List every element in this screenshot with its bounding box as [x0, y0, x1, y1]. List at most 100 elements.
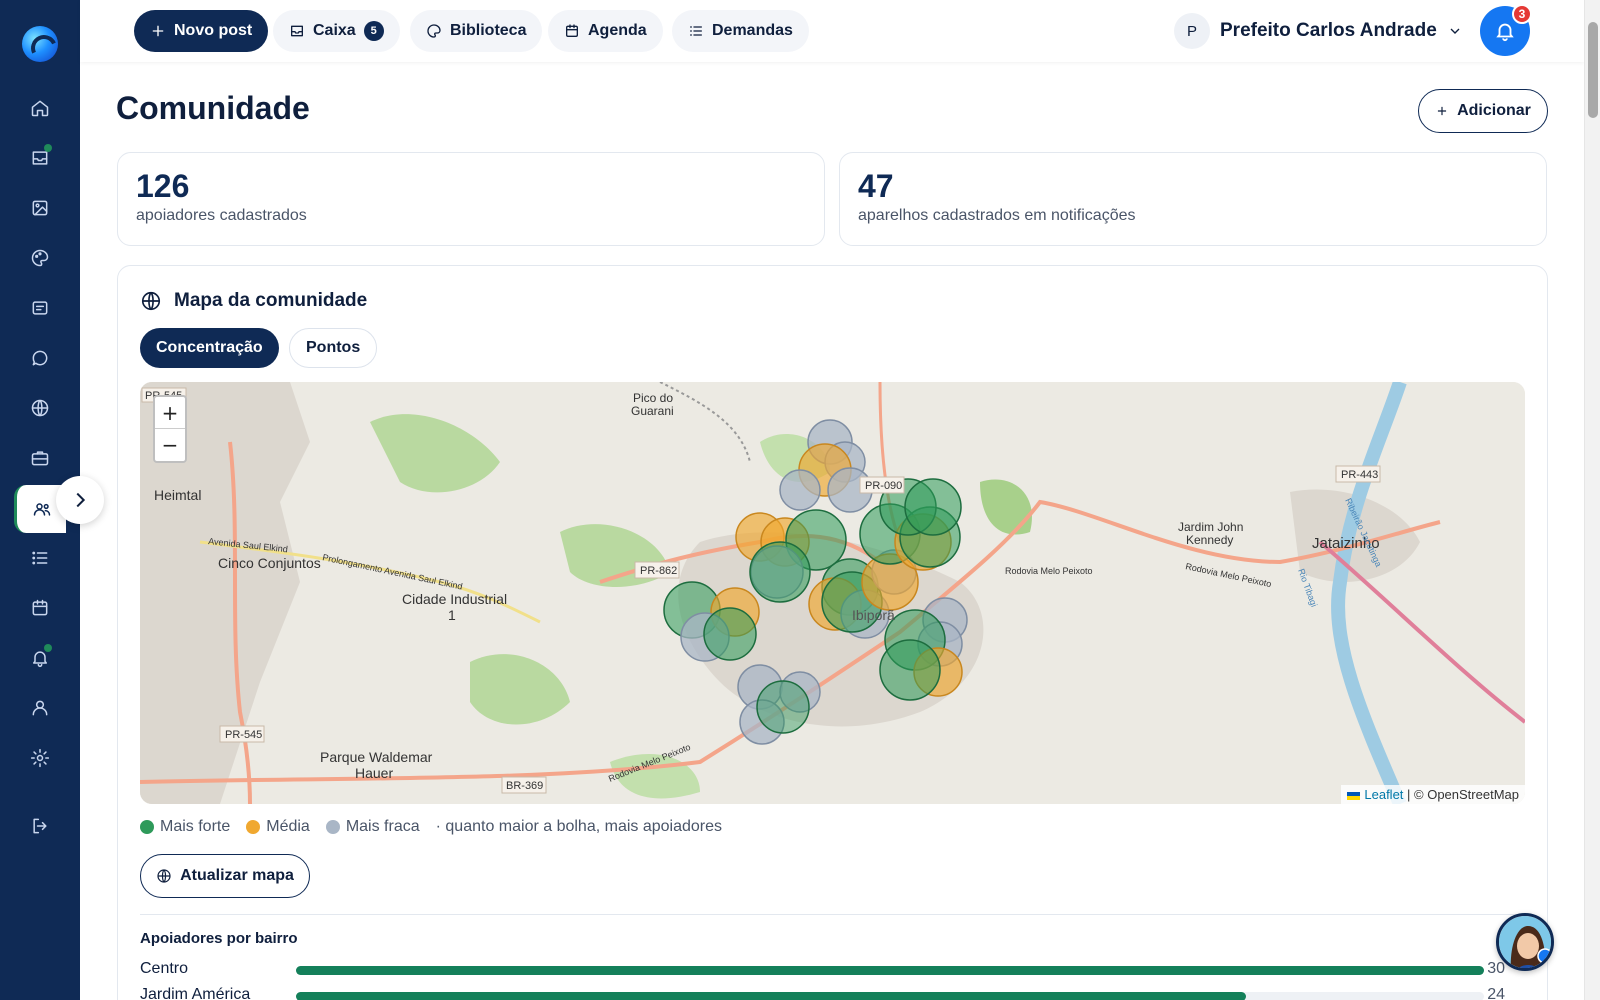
avatar: P: [1174, 13, 1210, 49]
news-icon: [32, 301, 48, 315]
sidebar-item-home[interactable]: [20, 88, 60, 128]
sidebar-item-inbox[interactable]: [20, 138, 60, 178]
new-post-label: Novo post: [174, 22, 253, 39]
inbox-icon: [291, 25, 303, 37]
map-label: Heimtal: [154, 487, 201, 503]
sidebar-item-demands[interactable]: [20, 538, 60, 578]
inbox-label: Caixa: [313, 22, 356, 39]
sidebar-item-library[interactable]: [20, 238, 60, 278]
stat-card-supporters: 126 apoiadores cadastrados: [117, 152, 825, 246]
stat-label: aparelhos cadastrados em notificações: [858, 207, 1136, 224]
sidebar-item-settings[interactable]: [20, 738, 60, 778]
road-shield: PR-545: [225, 729, 262, 741]
image-icon: [32, 200, 48, 216]
expand-sidebar-button[interactable]: [56, 476, 104, 524]
tab-points[interactable]: Pontos: [289, 328, 378, 368]
plus-icon: [1438, 106, 1447, 116]
topbar: Novo post Caixa 5 Biblioteca Agenda Dema…: [80, 0, 1584, 62]
bairro-row: Jardim América 24: [140, 986, 1525, 1000]
legend-dot: [140, 820, 154, 834]
sidebar-item-chat[interactable]: [20, 338, 60, 378]
legend-dot: [325, 820, 340, 834]
map-attribution: Leaflet | © OpenStreetMap: [1341, 785, 1525, 804]
logout-icon: [33, 818, 47, 834]
stat-value: 126: [136, 168, 190, 204]
library-button[interactable]: Biblioteca: [410, 10, 543, 52]
tab-concentration[interactable]: Concentração: [140, 328, 279, 368]
bell-icon: [1496, 23, 1514, 42]
zoom-control: + −: [153, 395, 187, 463]
sidebar-item-notifications[interactable]: [20, 638, 60, 678]
chevron-right-icon: [76, 492, 86, 508]
bairros-title: Apoiadores por bairro: [140, 930, 298, 947]
demands-button[interactable]: Demandas: [672, 10, 809, 52]
agenda-button[interactable]: Agenda: [548, 10, 663, 52]
calendar-icon: [566, 24, 578, 37]
inbox-count-badge: 5: [363, 21, 384, 41]
attribution-text: | © OpenStreetMap: [1403, 787, 1519, 802]
settings-icon: [30, 748, 50, 768]
profile-menu[interactable]: P Prefeito Carlos Andrade: [1174, 12, 1463, 50]
map-label: Cinco Conjuntos: [218, 555, 321, 571]
bairro-name: Jardim América: [140, 986, 251, 1000]
stat-card-devices: 47 aparelhos cadastrados em notificações: [839, 152, 1547, 246]
inbox-button[interactable]: Caixa 5: [273, 10, 400, 52]
map-label: 1: [448, 607, 456, 623]
sidebar-item-profile[interactable]: [20, 688, 60, 728]
bairro-bar-fill: [296, 966, 1484, 975]
zoom-out-button[interactable]: −: [155, 429, 185, 461]
globe-icon: [141, 291, 161, 311]
notification-dot: [44, 644, 52, 652]
sidebar-item-web[interactable]: [20, 388, 60, 428]
new-post-button[interactable]: Novo post: [134, 10, 269, 52]
add-button[interactable]: Adicionar: [1418, 89, 1548, 133]
road-shield: PR-862: [640, 565, 677, 577]
leaflet-link[interactable]: Leaflet: [1364, 787, 1403, 802]
users-icon: [33, 503, 50, 516]
list-icon: [690, 26, 702, 36]
home-icon: [31, 100, 49, 117]
map-legend: Mais forte Média Mais fraca · quanto mai…: [140, 818, 722, 836]
bairro-bar-track: [296, 992, 1484, 1000]
map-label: Jardim John: [1178, 520, 1243, 534]
sidebar-item-gallery[interactable]: [20, 188, 60, 228]
user-icon: [32, 700, 48, 716]
bairro-count: 30: [1487, 960, 1505, 977]
notifications-button[interactable]: 3: [1480, 4, 1532, 56]
sidebar-item-logout[interactable]: [20, 806, 60, 846]
sidebar-item-agenda[interactable]: [20, 588, 60, 628]
assistant-avatar-button[interactable]: [1496, 913, 1554, 971]
scrollbar-thumb[interactable]: [1588, 22, 1598, 118]
community-map[interactable]: Pico do Guarani Heimtal Cinco Conjuntos …: [140, 382, 1525, 804]
legend-label: Mais forte: [160, 818, 231, 835]
add-button-label: Adicionar: [1457, 102, 1531, 119]
stat-label: apoiadores cadastrados: [136, 207, 307, 224]
legend-weak: Mais fraca: [325, 818, 420, 836]
page-scrollbar[interactable]: [1584, 0, 1600, 1000]
plus-icon: [152, 25, 164, 37]
sidebar-item-news[interactable]: [20, 288, 60, 328]
road-shield: PR-090: [865, 480, 902, 492]
road-shield: BR-369: [506, 780, 543, 792]
refresh-map-button[interactable]: Atualizar mapa: [140, 854, 310, 898]
map-tiles: Pico do Guarani Heimtal Cinco Conjuntos …: [140, 382, 1525, 804]
bairro-row: Centro 30: [140, 960, 1525, 982]
community-map-card: Mapa da comunidade Concentração Pontos P…: [117, 265, 1548, 1000]
library-label: Biblioteca: [450, 22, 527, 39]
unread-dot: [44, 144, 52, 152]
page-title: Comunidade: [116, 90, 310, 126]
palette-icon: [427, 24, 441, 38]
ukraine-flag-icon: [1347, 791, 1361, 800]
road-shield: PR-443: [1341, 469, 1378, 481]
legend-label: Média: [266, 818, 310, 835]
app-logo[interactable]: [22, 26, 58, 62]
globe-icon: [157, 869, 171, 883]
legend-medium: Média: [246, 818, 310, 836]
zoom-in-button[interactable]: +: [155, 397, 185, 429]
globe-icon: [31, 399, 49, 417]
palette-icon: [31, 249, 49, 267]
sidebar-item-projects[interactable]: [20, 438, 60, 478]
map-label: Guarani: [631, 404, 674, 418]
map-label: Hauer: [355, 765, 393, 781]
map-label: Cidade Industrial: [402, 591, 507, 607]
